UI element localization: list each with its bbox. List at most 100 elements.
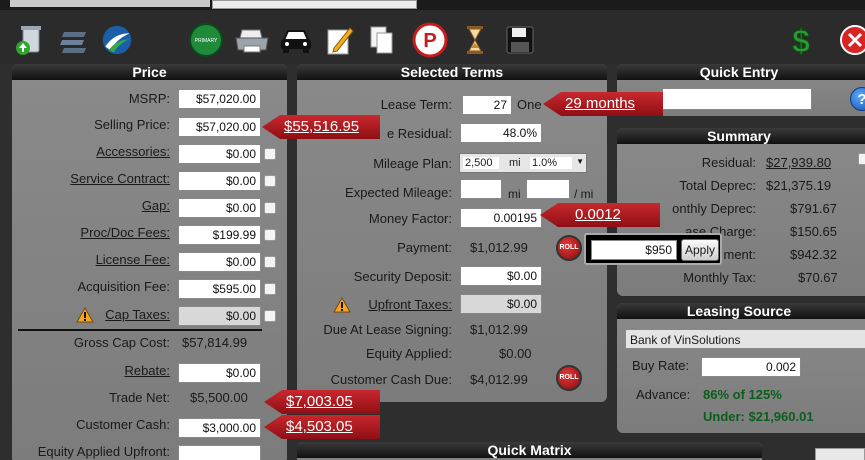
- proc-doc-fees-input[interactable]: $199.99: [178, 225, 261, 245]
- printer-icon[interactable]: [234, 24, 270, 56]
- upfront-taxes-input[interactable]: $0.00: [460, 294, 542, 314]
- trade-net-value: $5,500.00: [190, 390, 248, 405]
- customer-cash-input[interactable]: $3,000.00: [178, 418, 261, 438]
- expected-mileage-per-input[interactable]: [526, 179, 570, 199]
- leasing-source-select[interactable]: Bank of VinSolutions: [625, 329, 865, 349]
- buy-rate-input[interactable]: 0.002: [701, 357, 801, 377]
- tab-left[interactable]: [10, 0, 210, 7]
- summary-total-deprec-value: $21,375.19: [766, 178, 832, 193]
- advance-label: Advance:: [636, 387, 691, 402]
- rebate-input[interactable]: $0.00: [178, 363, 261, 383]
- service-contract-link[interactable]: Service Contract:: [40, 171, 170, 186]
- acquisition-fee-input[interactable]: $595.00: [178, 279, 261, 299]
- hourglass-icon[interactable]: [460, 24, 490, 56]
- gap-checkbox[interactable]: [264, 202, 276, 214]
- residual-input[interactable]: 48.0%: [460, 123, 542, 143]
- money-factor-label: Money Factor:: [368, 211, 452, 226]
- apply-popup-input[interactable]: $950: [591, 240, 677, 260]
- proc-doc-fees-checkbox[interactable]: [264, 229, 276, 241]
- accessories-link[interactable]: Accessories:: [60, 144, 170, 159]
- edit-pencil-icon[interactable]: [324, 24, 354, 56]
- cap-taxes-link[interactable]: Cap Taxes:: [96, 307, 170, 322]
- mileage-plan-unit: mi: [509, 157, 521, 169]
- service-contract-checkbox[interactable]: [264, 175, 276, 187]
- mileage-plan-label: Mileage Plan:: [373, 156, 452, 171]
- msrp-input[interactable]: $57,020.00: [178, 89, 261, 109]
- summary-payment-value: $942.32: [790, 247, 837, 262]
- vinsolutions-logo-icon[interactable]: [102, 24, 132, 56]
- cap-taxes-checkbox[interactable]: [264, 310, 276, 322]
- equity-applied-value: $0.00: [499, 346, 532, 361]
- lease-term-label: Lease Term:: [380, 97, 452, 112]
- summary-monthly-deprec-value: $791.67: [790, 201, 837, 216]
- expected-mileage-per: / mi: [574, 187, 594, 201]
- expected-mileage-unit: mi: [508, 187, 521, 201]
- license-fee-checkbox[interactable]: [264, 256, 276, 268]
- mileage-plan-select[interactable]: 2,500 mi 1.0% ▼: [459, 153, 587, 173]
- quick-entry-input[interactable]: [662, 88, 812, 110]
- car-icon[interactable]: [278, 24, 314, 56]
- customer-cash-flag[interactable]: $4,503.05: [264, 415, 380, 439]
- toolbar: PRIMARY P $: [0, 10, 865, 64]
- customer-cash-label: Customer Cash:: [76, 417, 170, 432]
- license-fee-input[interactable]: $0.00: [178, 252, 261, 272]
- close-icon[interactable]: [838, 24, 865, 56]
- leasing-source-title: Leasing Source: [617, 303, 865, 319]
- proc-doc-fees-link[interactable]: Proc/Doc Fees:: [50, 225, 170, 240]
- msrp-label: MSRP:: [128, 91, 170, 106]
- price-panel-title: Price: [12, 64, 287, 80]
- summary-residual-link[interactable]: $27,939.80: [766, 155, 831, 170]
- accessories-checkbox[interactable]: [264, 148, 276, 160]
- license-fee-link[interactable]: License Fee:: [60, 252, 170, 267]
- trade-net-label: Trade Net:: [109, 390, 170, 405]
- cap-taxes-input[interactable]: $0.00: [178, 306, 261, 326]
- copy-icon[interactable]: [366, 24, 396, 56]
- apply-button[interactable]: Apply: [681, 239, 719, 261]
- trade-net-flag[interactable]: $7,003.05: [264, 390, 380, 414]
- warning-icon: [76, 306, 94, 326]
- dollar-icon[interactable]: $: [786, 23, 816, 59]
- security-deposit-label: Security Deposit:: [353, 269, 452, 284]
- money-factor-input[interactable]: 0.00195: [460, 208, 542, 228]
- upfront-taxes-link[interactable]: Upfront Taxes:: [352, 297, 452, 312]
- gap-link[interactable]: Gap:: [60, 198, 170, 213]
- expected-mileage-label: Expected Mileage:: [345, 185, 452, 200]
- equity-applied-label: Equity Applied:: [365, 346, 452, 361]
- list-icon[interactable]: [58, 24, 88, 56]
- security-deposit-input[interactable]: $0.00: [460, 266, 542, 286]
- gap-input[interactable]: $0.00: [178, 198, 261, 218]
- save-disk-icon[interactable]: [504, 24, 534, 56]
- tab-active[interactable]: [212, 0, 417, 9]
- summary-lease-charge-value: $150.65: [790, 224, 837, 239]
- under-value: Under: $21,960.01: [703, 409, 814, 424]
- selling-price-input[interactable]: $57,020.00: [178, 117, 261, 137]
- customer-cash-roll-button[interactable]: ROLL: [556, 365, 582, 391]
- lease-term-input[interactable]: 27: [462, 95, 512, 115]
- service-contract-input[interactable]: $0.00: [178, 171, 261, 191]
- selling-price-label: Selling Price:: [94, 117, 170, 132]
- summary-monthly-tax-value: $70.67: [798, 270, 838, 285]
- chevron-down-icon: ▼: [576, 157, 584, 166]
- payment-roll-button[interactable]: ROLL: [556, 235, 582, 261]
- summary-monthly-tax-label: Monthly Tax:: [683, 270, 756, 285]
- parking-icon[interactable]: P: [412, 22, 448, 58]
- gross-cap-cost-label: Gross Cap Cost:: [73, 335, 170, 350]
- lease-term-flag[interactable]: 29 months: [543, 92, 663, 116]
- expected-mileage-input[interactable]: [460, 179, 502, 199]
- quick-matrix-panel: Quick Matrix: [297, 442, 762, 460]
- mileage-plan-miles: 2,500: [463, 157, 499, 169]
- equity-applied-upfront-input[interactable]: [178, 445, 261, 460]
- corner-widget[interactable]: [815, 448, 865, 460]
- payment-value: $1,012.99: [470, 240, 528, 255]
- summary-residual-checkbox[interactable]: [858, 153, 865, 165]
- selling-price-flag[interactable]: $55,516.95: [262, 115, 380, 139]
- selected-terms-title: Selected Terms: [297, 64, 607, 80]
- money-factor-flag[interactable]: 0.0012: [540, 203, 660, 227]
- acquisition-fee-checkbox[interactable]: [264, 283, 276, 295]
- trash-recycle-icon[interactable]: [14, 24, 44, 56]
- primary-badge-icon[interactable]: PRIMARY: [188, 23, 224, 57]
- summary-residual-label: Residual:: [701, 155, 756, 170]
- accessories-input[interactable]: $0.00: [178, 144, 261, 164]
- gross-cap-cost-value: $57,814.99: [182, 335, 248, 350]
- rebate-link[interactable]: Rebate:: [60, 363, 170, 378]
